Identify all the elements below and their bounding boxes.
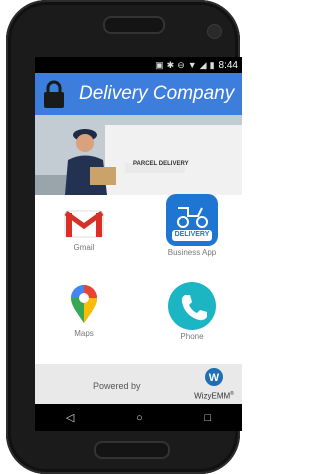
- status-time: 8:44: [218, 59, 238, 71]
- navigation-bar: ◁ ○ □: [35, 404, 242, 431]
- app-grid: Gmail DELIVERY Business App Maps Phone: [35, 194, 242, 385]
- recents-button[interactable]: □: [204, 412, 211, 424]
- app-maps[interactable]: Maps: [39, 285, 129, 375]
- app-business[interactable]: DELIVERY Business App: [147, 194, 237, 287]
- brand-name: WizyEMM: [194, 391, 231, 401]
- footer: Powered by W WizyEMM®: [35, 364, 242, 404]
- app-gmail[interactable]: Gmail: [39, 197, 129, 287]
- app-label: Business App: [167, 248, 217, 257]
- screen: ▣ ✱ ⊖ ▼ ◢ ▮ 8:44 Delivery Company PARCEL…: [35, 57, 242, 431]
- bluetooth-icon: ✱: [166, 59, 175, 70]
- gmail-icon: [64, 210, 104, 238]
- wizyemm-logo: W WizyEMM®: [189, 368, 239, 401]
- front-camera: [207, 24, 222, 39]
- app-label: Maps: [74, 329, 94, 338]
- cell-signal-icon: ◢: [199, 59, 207, 70]
- back-button[interactable]: ◁: [66, 411, 74, 424]
- maps-pin-icon: [71, 285, 97, 323]
- delivery-badge: DELIVERY: [174, 231, 210, 238]
- do-not-disturb-icon: ⊖: [177, 59, 185, 70]
- delivery-man-illustration: [35, 115, 242, 195]
- phone-icon: [168, 282, 216, 330]
- lock-icon: [44, 80, 64, 108]
- svg-text:W: W: [209, 372, 220, 384]
- nfc-icon: ▣: [155, 59, 164, 70]
- app-label: Gmail: [73, 243, 95, 252]
- home-button[interactable]: ○: [136, 412, 143, 424]
- brand-trademark: ®: [230, 391, 234, 397]
- wizy-logo-icon: W: [205, 368, 223, 386]
- app-label: Phone: [180, 332, 204, 341]
- status-bar: ▣ ✱ ⊖ ▼ ◢ ▮ 8:44: [35, 57, 242, 73]
- banner-image: PARCEL DELIVERY: [35, 115, 242, 195]
- bottom-speaker: [94, 441, 170, 459]
- status-icons: ▣ ✱ ⊖ ▼ ◢ ▮: [155, 60, 214, 71]
- phone-frame: ▣ ✱ ⊖ ▼ ◢ ▮ 8:44 Delivery Company PARCEL…: [6, 0, 242, 474]
- powered-by-text: Powered by: [93, 381, 141, 391]
- delivery-scooter-icon: DELIVERY: [166, 194, 218, 246]
- earpiece-speaker: [103, 16, 165, 34]
- app-bar: Delivery Company: [35, 73, 242, 115]
- battery-icon: ▮: [209, 59, 215, 70]
- app-phone[interactable]: Phone: [147, 282, 237, 373]
- app-title: Delivery Company: [79, 83, 235, 104]
- van-text: PARCEL DELIVERY: [133, 161, 189, 167]
- wifi-icon: ▼: [187, 60, 197, 70]
